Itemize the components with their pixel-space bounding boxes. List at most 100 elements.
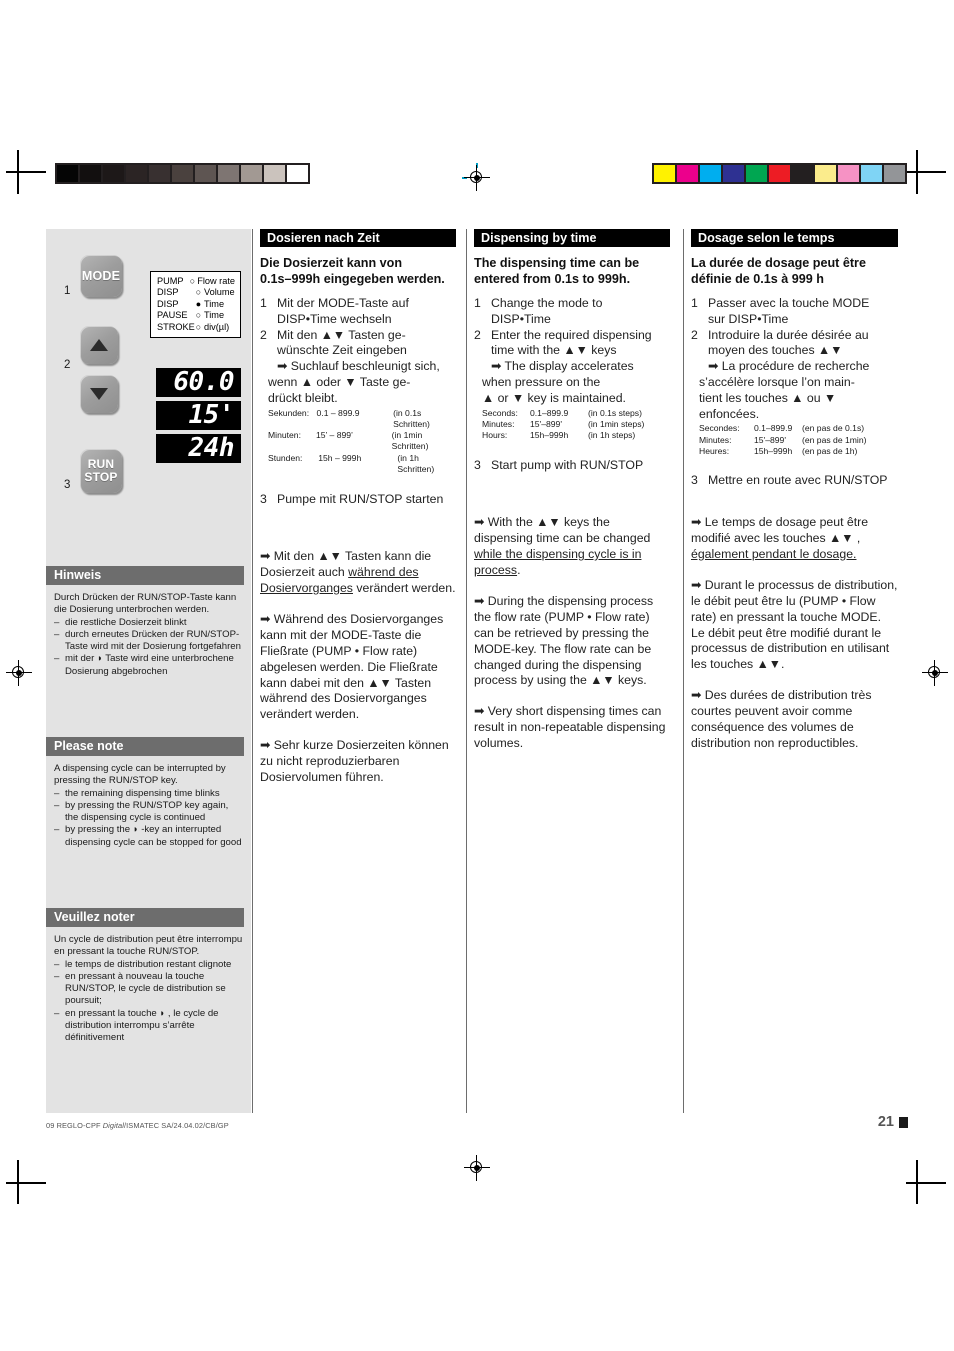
range-row: Hours: 15h–999h (in 1h steps) [482,430,670,441]
note-bullet-text: en pressant à nouveau la touche RUN/STOP… [65,970,226,1007]
paragraph-text: verändert werden. [352,580,456,595]
gray-swatch [149,165,170,182]
lead-line: The dispensing time can be [474,256,640,270]
step-line: Passer avec la touche MODE [708,296,870,310]
range-row: Minutes: 15'–899' (en pas de 1min) [699,435,898,446]
mode-name: PAUSE [157,310,188,321]
mode-name: STROKE [157,321,195,332]
arrow-note-line: ▲ or ▼ key is maintained. [482,390,626,405]
note-bullet-list: – the remaining dispensing time blinks – b… [54,788,244,849]
step-line: sur DISP•Time [708,311,789,326]
step-line: Mit der MODE-Taste auf [277,296,409,310]
range-value: 0.1 – 899.9 [316,407,360,418]
lcd-display-minutes: 15' [156,401,241,430]
range-label: Minutes: [699,434,732,445]
down-arrow-key[interactable] [80,375,118,413]
note-bullet: – mit der ◗ Taste wird eine unterbrochene… [54,653,244,678]
range-label: Minutes: [482,418,515,429]
gray-swatch [80,165,101,182]
mode-key[interactable]: MODE [80,255,122,297]
step-item-2: 2 Enter the required dispensing time wit… [474,328,670,360]
language-column-german: Dosieren nach Zeit Die Dosierzeit kann v… [260,229,456,786]
step-number: 3 [260,492,267,507]
lead-line: entered from 0.1s to 999h. [474,271,631,286]
step-number: 1 [474,296,481,310]
mode-legend-box: PUMP Flow rate DISP Volume DISP Time PAU… [150,271,241,339]
run-stop-key[interactable]: RUN STOP [80,449,122,493]
note-bullet: – en pressant la touche ◗ , le cycle de d… [54,1008,244,1045]
range-table-fr: Secondes: 0.1–899.9 (en pas de 0.1s) Min… [691,423,898,457]
dash-icon: – [54,799,60,811]
step-2-substep-en-cont: when pressure on the ▲ or ▼ key is maint… [474,375,670,407]
step-number: 3 [691,473,698,488]
keypad-step-number-3: 3 [64,479,71,491]
mode-key-label: MODE [81,269,121,283]
page-number-value: 21 [877,1114,894,1130]
mode-legend-row: DISP Time [157,299,235,310]
language-column-english: Dispensing by time The dispensing time c… [474,229,670,752]
mode-param: Volume [204,287,235,298]
lcd-display-hours: 24h [156,434,241,463]
note-bullet-text: en pressant la touche ◗ , le cycle de di… [65,1007,219,1044]
range-steps: (in 0.1s Schritten) [393,407,430,429]
dash-icon: – [54,628,60,640]
footer-code-suffix: /ISMATEC SA/24.04.02/CB/GP [124,1121,229,1130]
mode-legend-row: PAUSE Time [157,310,235,321]
step-line: Mettre en route avec RUN/STOP [708,473,888,488]
step-number: 1 [260,296,267,310]
note-paragraph-2-de: ➡ Während des Dosiervorganges kann mit d… [260,611,444,722]
note-header-please-note: Please note [46,737,244,756]
step-2-substep-en: ➡ The display accelerates [474,359,670,375]
triangle-down-icon [90,388,108,400]
paragraph-text: ➡ Le temps de dosage peut être modifié a… [691,515,869,545]
note-paragraph-3-fr: ➡ Des durées de distribution très courte… [691,688,872,750]
paragraph-underlined: également pendant le dosage. [691,546,857,561]
step-line: moyen des touches ▲▼ [708,343,843,358]
step-line: Introduire la durée désirée au [708,327,869,342]
color-swatch [792,165,813,182]
crop-mark-tl-h [6,171,46,173]
range-value: 15h–999h [754,445,793,456]
range-label: Sekunden: [268,407,310,418]
gray-swatch [218,165,239,182]
mode-param: Time [204,310,225,321]
range-steps: (in 0.1s steps) [588,407,642,418]
up-arrow-key[interactable] [80,326,118,364]
registration-mark-right [922,660,948,686]
step-2-substep-de: ➡ Suchlauf beschleunigt sich, [260,359,456,375]
step-number: 3 [474,458,481,473]
section-heading-de: Dosieren nach Zeit [260,229,456,247]
step-line: time with the ▲▼ keys [491,343,617,358]
note-bullet-text: the remaining dispensing time blinks [65,787,220,799]
range-row: Secondes: 0.1–899.9 (en pas de 0.1s) [699,423,898,434]
note-bullet: – die restliche Dosierzeit blinkt [54,617,244,629]
gray-swatch [103,165,124,182]
step-item-3: 3 Start pump with RUN/STOP [474,458,670,474]
column-rule-1 [252,229,253,1113]
step-line: DISP•Time wechseln [277,311,392,326]
step-item-3: 3 Mettre en route avec RUN/STOP [691,473,898,489]
step-number: 1 [691,296,698,310]
dash-icon: – [54,616,60,628]
section-lead-fr: La durée de dosage peut être définie de … [691,256,898,287]
note-paragraph-1-en: ➡ With the ▲▼ keys the dispensing time c… [474,515,670,579]
dash-icon: – [54,970,60,982]
step-line: Mit den ▲▼ Tasten ge- [277,327,406,342]
mode-legend-row: STROKE div(µl) [157,322,235,333]
note-body-please-note: A dispensing cycle can be interrupted by… [54,763,244,849]
arrow-note-line: wenn ▲ oder ▼ Taste ge- [268,374,411,389]
led-indicator-off-icon [193,287,204,298]
page-marker-square-icon [899,1116,908,1128]
process-color-control-bar [652,163,907,184]
section-heading-fr: Dosage selon le temps [691,229,898,247]
range-value: 15'–899' [530,418,562,429]
step-item-2: 2 Introduire la durée désirée au moyen d… [691,328,898,360]
lead-line: Die Dosierzeit kann von [260,256,403,270]
note-bullet: – the remaining dispensing time blinks [54,788,244,800]
note-paragraph-2-fr: ➡ Durant le processus de distribution, l… [691,577,898,672]
arrow-note-line: tient les touches ▲ ou ▼ [699,390,837,405]
range-steps: (in 1h steps) [588,430,636,441]
range-label: Minuten: [268,430,301,441]
registration-mark-bottom [464,1155,490,1181]
note-header-hinweis: Hinweis [46,566,244,585]
